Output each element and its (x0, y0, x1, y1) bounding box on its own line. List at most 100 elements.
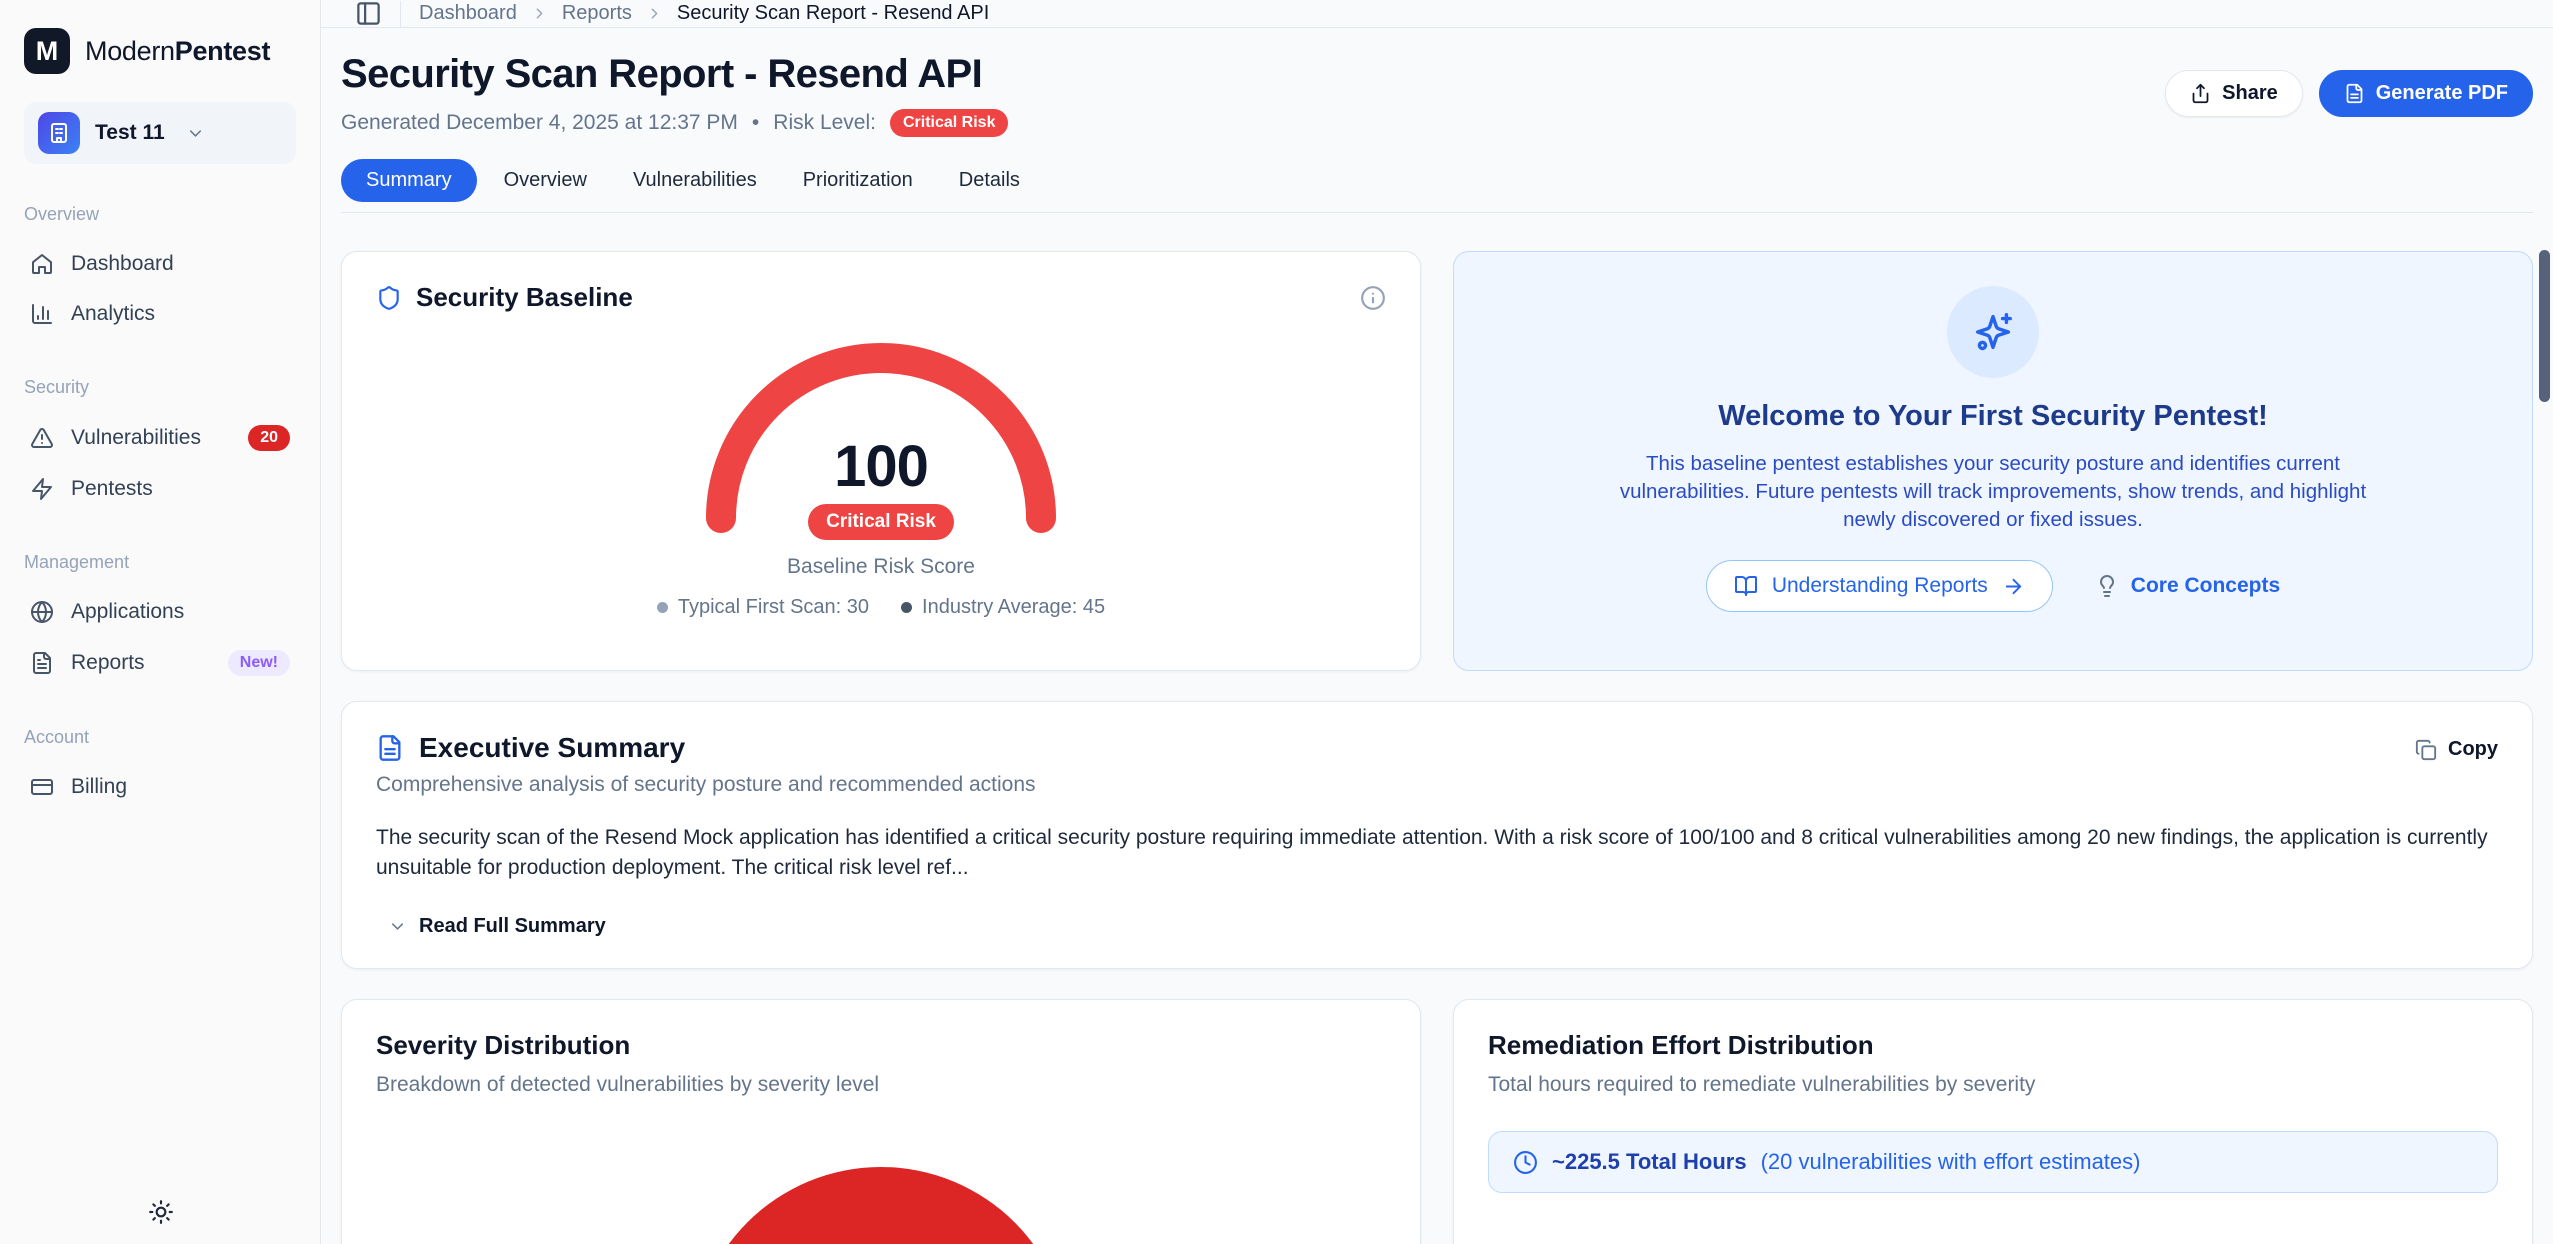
lightbulb-icon (2095, 574, 2119, 598)
head-actions: Share Generate PDF (2165, 70, 2533, 117)
sidebar-item-label: Vulnerabilities (71, 426, 201, 450)
topbar: Dashboard Reports Security Scan Report -… (321, 0, 2553, 28)
tab-summary[interactable]: Summary (341, 159, 477, 202)
brand-name-bold: Pentest (175, 36, 270, 66)
remediation-card-title: Remediation Effort Distribution (1488, 1030, 2498, 1061)
chevron-down-icon (388, 917, 407, 936)
welcome-card: Welcome to Your First Security Pentest! … (1453, 251, 2533, 671)
read-full-summary-button[interactable]: Read Full Summary (376, 915, 2498, 938)
building-icon (38, 112, 80, 154)
severity-card-title: Severity Distribution (376, 1030, 1386, 1061)
sidebar-toggle-icon[interactable] (355, 0, 382, 27)
sidebar-item-reports[interactable]: Reports New! (24, 639, 296, 687)
sidebar-item-analytics[interactable]: Analytics (24, 291, 296, 337)
legend-dot (901, 602, 912, 613)
zap-icon (30, 477, 54, 501)
share-icon (2190, 83, 2211, 104)
alert-triangle-icon (30, 426, 54, 450)
breadcrumb: Dashboard Reports Security Scan Report -… (419, 2, 989, 25)
page-title: Security Scan Report - Resend API (341, 52, 1008, 97)
generate-pdf-button[interactable]: Generate PDF (2319, 70, 2533, 117)
page-head-left: Security Scan Report - Resend API Genera… (341, 52, 1008, 137)
sidebar-item-vulnerabilities[interactable]: Vulnerabilities 20 (24, 414, 296, 462)
sidebar-item-billing[interactable]: Billing (24, 764, 296, 810)
severity-card-subtitle: Breakdown of detected vulnerabilities by… (376, 1073, 1386, 1097)
legend-label: Typical First Scan: 30 (678, 596, 869, 619)
tab-details[interactable]: Details (940, 159, 1039, 202)
legend-dot (657, 602, 668, 613)
report-tabs: Summary Overview Vulnerabilities Priorit… (341, 159, 2533, 202)
gauge-risk-badge: Critical Risk (808, 504, 954, 540)
sidebar-item-label: Analytics (71, 302, 155, 326)
exec-title: Executive Summary (419, 732, 685, 764)
copy-button-label: Copy (2448, 738, 2498, 761)
theme-toggle-sun-icon[interactable] (148, 1199, 174, 1230)
sidebar-section-overview: Overview Dashboard Analytics (24, 204, 296, 337)
sparkles-icon (1947, 286, 2039, 378)
tab-vulnerabilities[interactable]: Vulnerabilities (614, 159, 776, 202)
share-button[interactable]: Share (2165, 70, 2303, 117)
meta-separator: • (752, 111, 759, 135)
breadcrumb-current: Security Scan Report - Resend API (677, 2, 989, 25)
tab-prioritization[interactable]: Prioritization (784, 159, 932, 202)
workspace-name: Test 11 (95, 121, 165, 145)
tab-overview[interactable]: Overview (485, 159, 606, 202)
credit-card-icon (30, 775, 54, 799)
breadcrumb-reports[interactable]: Reports (562, 2, 632, 25)
home-icon (30, 252, 54, 276)
book-open-icon (1734, 574, 1758, 598)
tabs-divider (341, 212, 2533, 213)
file-icon (2344, 83, 2365, 104)
info-icon[interactable] (1360, 285, 1386, 311)
severity-pie-chart (692, 1167, 1070, 1244)
app-root: M ModernPentest Test 11 Overview Dashboa… (0, 0, 2553, 1244)
summary-top-row: Security Baseline 100 Critical Risk Base… (341, 251, 2533, 671)
core-concepts-button[interactable]: Core Concepts (2095, 574, 2280, 598)
sidebar-item-applications[interactable]: Applications (24, 589, 296, 635)
sidebar-section-management: Management Applications Reports New! (24, 552, 296, 687)
document-icon (376, 734, 404, 762)
gauge-score-label: Baseline Risk Score (691, 555, 1071, 579)
workspace-selector[interactable]: Test 11 (24, 102, 296, 164)
brand: M ModernPentest (24, 28, 296, 74)
breadcrumb-dashboard[interactable]: Dashboard (419, 2, 517, 25)
sidebar-section-security: Security Vulnerabilities 20 Pentests (24, 377, 296, 512)
sidebar-section-account: Account Billing (24, 727, 296, 810)
security-baseline-card: Security Baseline 100 Critical Risk Base… (341, 251, 1421, 671)
gauge-legend: Typical First Scan: 30 Industry Average:… (376, 596, 1386, 619)
legend-industry-average: Industry Average: 45 (901, 596, 1105, 619)
generated-date: Generated December 4, 2025 at 12:37 PM (341, 111, 738, 135)
understanding-reports-button[interactable]: Understanding Reports (1706, 560, 2053, 612)
baseline-card-head: Security Baseline (376, 282, 1386, 313)
gauge-badge-row: Critical Risk (691, 504, 1071, 540)
exec-head: Executive Summary Comprehensive analysis… (376, 732, 2498, 797)
brand-logo: M (24, 28, 70, 74)
divider (400, 1, 401, 27)
exec-subtitle: Comprehensive analysis of security postu… (376, 773, 1036, 797)
generate-pdf-label: Generate PDF (2376, 82, 2508, 105)
baseline-card-title: Security Baseline (416, 282, 633, 313)
baseline-title-row: Security Baseline (376, 282, 633, 313)
arrow-right-icon (2002, 575, 2025, 598)
section-label: Overview (24, 204, 296, 225)
risk-score-gauge: 100 Critical Risk Baseline Risk Score (691, 333, 1071, 570)
sidebar-item-dashboard[interactable]: Dashboard (24, 241, 296, 287)
content: Security Scan Report - Resend API Genera… (321, 28, 2553, 1244)
page-meta: Generated December 4, 2025 at 12:37 PM •… (341, 109, 1008, 137)
exec-title-row: Executive Summary (376, 732, 1036, 764)
sidebar-item-label: Billing (71, 775, 127, 799)
exec-body-text: The security scan of the Resend Mock app… (376, 823, 2498, 883)
read-full-summary-label: Read Full Summary (419, 915, 606, 938)
chevron-down-icon (186, 124, 205, 143)
sidebar: M ModernPentest Test 11 Overview Dashboa… (0, 0, 321, 1244)
welcome-body: This baseline pentest establishes your s… (1613, 450, 2373, 534)
page-head: Security Scan Report - Resend API Genera… (341, 52, 2533, 137)
total-hours-value: ~225.5 Total Hours (1552, 1149, 1747, 1175)
welcome-title: Welcome to Your First Security Pentest! (1718, 400, 2268, 433)
sidebar-item-pentests[interactable]: Pentests (24, 466, 296, 512)
clock-icon (1513, 1150, 1538, 1175)
copy-button[interactable]: Copy (2415, 738, 2498, 761)
sidebar-item-label: Dashboard (71, 252, 174, 276)
share-button-label: Share (2222, 82, 2278, 105)
vertical-scrollbar-thumb[interactable] (2539, 250, 2550, 402)
